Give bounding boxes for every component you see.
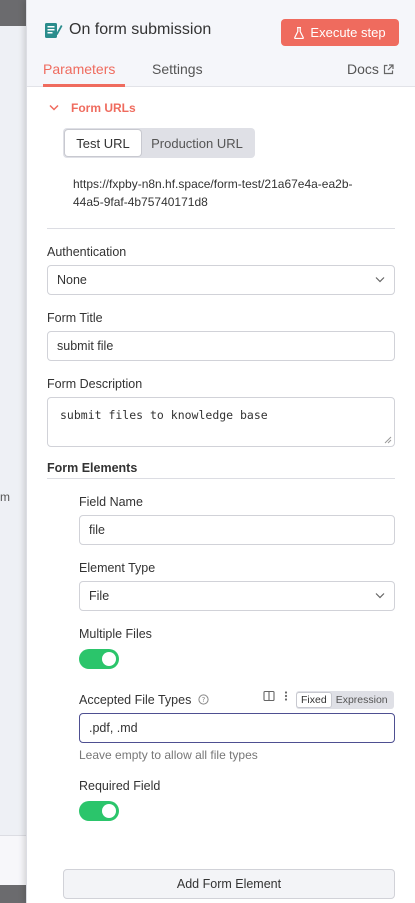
field-tools [263,690,291,702]
execute-step-label: Execute step [310,25,386,40]
required-field-toggle[interactable] [79,801,119,821]
form-urls-label: Form URLs [71,101,136,115]
section-divider [47,228,395,229]
form-url-line-2: 44a5-9faf-4b75740171d8 [73,195,208,209]
expression-option[interactable]: Expression [331,693,393,707]
tab-settings[interactable]: Settings [152,61,203,77]
form-title-input[interactable]: submit file [47,331,395,361]
title-row: On form submission [43,20,211,40]
node-title[interactable]: On form submission [69,21,211,39]
field-name-input[interactable]: file [79,515,395,545]
form-description-label: Form Description [47,377,143,391]
docs-link[interactable]: Docs [347,61,394,77]
field-name-label: Field Name [79,495,143,509]
form-description-value: submit files to knowledge base [60,408,268,422]
form-icon [45,23,63,38]
form-description-textarea[interactable]: submit files to knowledge base [47,397,395,447]
url-mode-switch: Test URL Production URL [63,128,255,158]
canvas-partial-text: m [0,490,10,504]
external-link-icon [383,63,394,74]
accepted-file-types-label: Accepted File Types ? [79,693,209,707]
chevron-down-icon [49,104,59,111]
add-form-element-button[interactable]: Add Form Element [63,869,395,899]
panel-header: On form submission Execute step Paramete… [27,0,415,87]
toggle-knob [102,804,116,818]
panel-toggle-icon[interactable] [263,690,275,702]
more-options-icon[interactable] [281,690,291,702]
toggle-knob [102,652,116,666]
help-icon[interactable]: ? [198,694,209,705]
authentication-select[interactable]: None [47,265,395,295]
resize-handle-icon[interactable] [384,436,392,444]
authentication-label: Authentication [47,245,127,259]
required-field-label: Required Field [79,779,161,793]
production-url-option[interactable]: Production URL [141,130,253,156]
active-tab-indicator [43,84,125,87]
form-title-label: Form Title [47,311,103,325]
tab-parameters[interactable]: Parameters [43,61,115,77]
execute-step-button[interactable]: Execute step [281,19,399,46]
element-type-value: File [89,589,110,603]
form-urls-toggle[interactable]: Form URLs [49,101,136,115]
element-type-select[interactable]: File [79,581,395,611]
multiple-files-label: Multiple Files [79,627,152,641]
form-url-text[interactable]: https://fxpby-n8n.hf.space/form-test/21a… [73,175,393,211]
accepted-file-types-input[interactable]: .pdf, .md [79,713,395,743]
element-type-label: Element Type [79,561,156,575]
multiple-files-toggle[interactable] [79,649,119,669]
accepted-file-types-value: .pdf, .md [89,721,138,735]
test-url-option[interactable]: Test URL [65,130,141,156]
node-settings-panel: On form submission Execute step Paramete… [26,0,415,903]
form-url-line-1: https://fxpby-n8n.hf.space/form-test/21a… [73,177,353,191]
field-name-value: file [89,523,105,537]
form-elements-label: Form Elements [47,461,138,475]
form-elements-divider [47,478,395,479]
accepted-file-types-text: Accepted File Types [79,693,192,707]
form-title-value: submit file [57,339,114,353]
accepted-file-types-hint: Leave empty to allow all file types [79,748,258,762]
flask-icon [294,26,305,39]
fixed-option[interactable]: Fixed [297,693,331,707]
authentication-value: None [57,273,87,287]
svg-text:?: ? [201,696,205,704]
chevron-down-icon [375,277,385,283]
chevron-down-icon [375,593,385,599]
docs-label: Docs [347,61,379,77]
fixed-expression-switch: Fixed Expression [296,691,394,709]
